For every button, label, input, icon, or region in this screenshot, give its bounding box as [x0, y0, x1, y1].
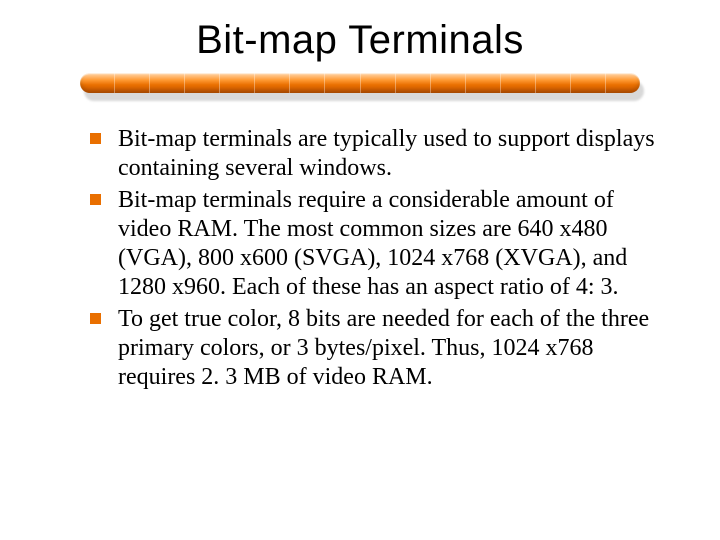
bullet-list: Bit-map terminals are typically used to …: [60, 125, 660, 392]
bullet-item: To get true color, 8 bits are needed for…: [90, 305, 660, 393]
divider-bar-fill: [80, 73, 640, 93]
bullet-item: Bit-map terminals are typically used to …: [90, 125, 660, 184]
slide-title: Bit-map Terminals: [60, 18, 660, 63]
divider-bar-ticks: [80, 73, 640, 93]
slide: Bit-map Terminals Bit-map terminals are …: [0, 0, 720, 540]
divider-bar: [80, 73, 640, 97]
bullet-item: Bit-map terminals require a considerable…: [90, 186, 660, 303]
